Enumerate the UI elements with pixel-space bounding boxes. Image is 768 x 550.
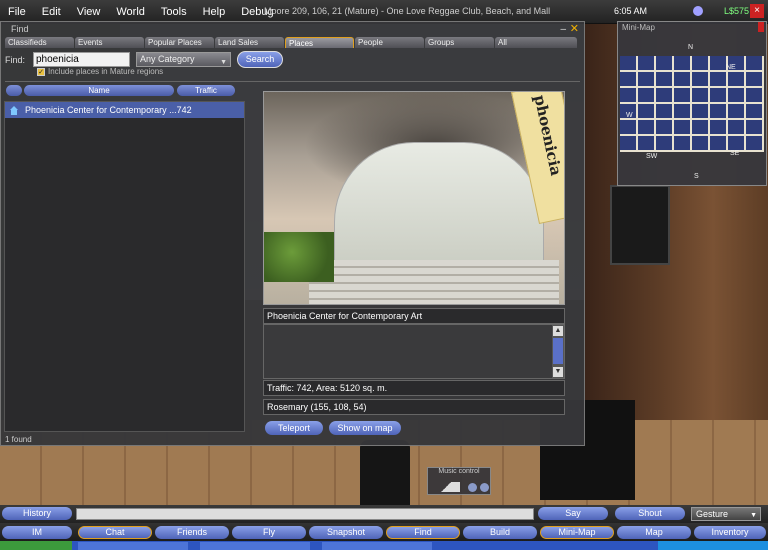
gesture-value: Gesture <box>696 509 729 519</box>
system-tray <box>658 541 768 550</box>
say-button[interactable]: Say <box>538 507 608 520</box>
scroll-thumb[interactable] <box>553 338 563 364</box>
chat-input[interactable] <box>76 508 534 520</box>
mini-map-button[interactable]: Mini-Map <box>540 526 614 539</box>
tab-land-sales[interactable]: Land Sales <box>215 37 284 48</box>
home-icon <box>9 105 19 115</box>
mature-checkbox[interactable]: ✓ <box>37 68 45 76</box>
traffic-area-info: Traffic: 742, Area: 5120 sq. m. <box>263 380 565 396</box>
compass-w: W <box>626 112 633 119</box>
menu-file[interactable]: File <box>0 6 34 18</box>
chevron-down-icon: ▼ <box>750 512 757 519</box>
find-label: Find: <box>5 55 26 65</box>
close-icon[interactable]: × <box>750 4 764 18</box>
scrollbar[interactable]: ▲ ▼ <box>552 325 564 378</box>
taskbar-item[interactable] <box>200 542 310 550</box>
mini-map[interactable] <box>620 56 764 152</box>
shout-button[interactable]: Shout <box>615 507 685 520</box>
close-icon[interactable] <box>758 22 764 32</box>
chat-bar: History Say Shout Gesture ▼ <box>0 505 768 523</box>
snapshot-button[interactable]: Snapshot <box>309 526 383 539</box>
im-button[interactable]: IM <box>2 526 72 539</box>
mini-map-window: Mini-Map N NE W SW S SE <box>617 21 767 186</box>
compass-n: N <box>688 44 694 51</box>
bottom-toolbar: IM Chat Friends Fly Snapshot Find Build … <box>0 523 768 541</box>
menu-view[interactable]: View <box>69 6 109 18</box>
category-dropdown[interactable]: Any Category ▼ <box>136 52 231 67</box>
search-input[interactable]: phoenicia <box>33 52 130 67</box>
place-location: Rosemary (155, 108, 54) <box>263 399 565 415</box>
map-button[interactable]: Map <box>617 526 691 539</box>
gesture-dropdown[interactable]: Gesture ▼ <box>691 507 761 521</box>
play-icon[interactable] <box>480 483 489 492</box>
compass-s: S <box>694 173 699 180</box>
list-item[interactable]: Phoenicia Center for Contemporary ...742 <box>5 102 244 118</box>
column-traffic-header[interactable]: Traffic <box>177 85 235 96</box>
show-on-map-button[interactable]: Show on map <box>329 421 401 435</box>
close-icon[interactable]: ✕ <box>570 22 579 35</box>
banner-text: phoenicia <box>530 93 565 178</box>
taskbar-item[interactable] <box>78 542 188 550</box>
find-tabs: Classifieds Events Popular Places Land S… <box>5 37 577 48</box>
friends-button[interactable]: Friends <box>155 526 229 539</box>
stop-icon[interactable] <box>468 483 477 492</box>
bush <box>264 232 334 282</box>
tab-groups[interactable]: Groups <box>425 37 494 48</box>
art-panel <box>610 185 670 265</box>
history-button[interactable]: History <box>2 507 72 520</box>
menu-edit[interactable]: Edit <box>34 6 69 18</box>
results-list: Phoenicia Center for Contemporary ...742 <box>4 101 245 432</box>
mini-map-title: Mini-Map <box>622 23 655 32</box>
stairs <box>309 260 559 304</box>
clock: 6:05 AM <box>614 6 648 16</box>
result-count: 1 found <box>5 435 32 444</box>
category-value: Any Category <box>140 54 195 64</box>
build-button[interactable]: Build <box>463 526 537 539</box>
divider <box>5 81 580 82</box>
column-name-header[interactable]: Name <box>24 85 174 96</box>
place-description[interactable]: ▲ ▼ <box>263 324 565 379</box>
teleport-button[interactable]: Teleport <box>265 421 323 435</box>
place-snapshot: phoenicia <box>263 91 565 305</box>
tab-popular-places[interactable]: Popular Places <box>145 37 214 48</box>
window-title: Find <box>11 24 29 34</box>
music-control: Music control <box>427 467 491 495</box>
search-button[interactable]: Search <box>237 51 283 68</box>
start-button[interactable] <box>0 541 72 550</box>
place-name: Phoenicia Center for Contemporary Art <box>263 308 565 324</box>
tab-people[interactable]: People <box>355 37 424 48</box>
compass-ne: NE <box>726 64 736 71</box>
scroll-up-icon[interactable]: ▲ <box>553 326 563 336</box>
compass-sw: SW <box>646 153 658 160</box>
result-label: Phoenicia Center for Contemporary ...742 <box>25 105 192 115</box>
compass-se: SE <box>730 150 740 157</box>
find-window: Find – ✕ Classifieds Events Popular Plac… <box>0 21 585 446</box>
tab-all[interactable]: All <box>495 37 577 48</box>
find-button[interactable]: Find <box>386 526 460 539</box>
scroll-down-icon[interactable]: ▼ <box>553 367 563 377</box>
balance[interactable]: L$575 <box>724 6 749 16</box>
menu-help[interactable]: Help <box>195 6 234 18</box>
menu-tools[interactable]: Tools <box>153 6 195 18</box>
taskbar-item[interactable] <box>322 542 432 550</box>
chevron-down-icon: ▼ <box>220 59 227 66</box>
music-label: Music control <box>438 468 480 475</box>
tab-events[interactable]: Events <box>75 37 144 48</box>
fly-button[interactable]: Fly <box>232 526 306 539</box>
inventory-button[interactable]: Inventory <box>694 526 766 539</box>
buy-currency-icon[interactable] <box>693 6 703 16</box>
os-taskbar <box>0 541 768 550</box>
volume-slider[interactable] <box>432 482 460 492</box>
minimize-icon[interactable]: – <box>560 24 566 35</box>
column-icon-header[interactable] <box>6 85 22 96</box>
current-location[interactable]: Moore 209, 106, 21 (Mature) - One Love R… <box>264 6 550 16</box>
chat-button[interactable]: Chat <box>78 526 152 539</box>
mature-label: Include places in Mature regions <box>48 67 164 76</box>
menu-world[interactable]: World <box>108 6 153 18</box>
tab-places[interactable]: Places <box>285 37 354 48</box>
find-titlebar[interactable]: Find <box>1 22 584 36</box>
tab-classifieds[interactable]: Classifieds <box>5 37 74 48</box>
avatar[interactable] <box>360 440 410 505</box>
